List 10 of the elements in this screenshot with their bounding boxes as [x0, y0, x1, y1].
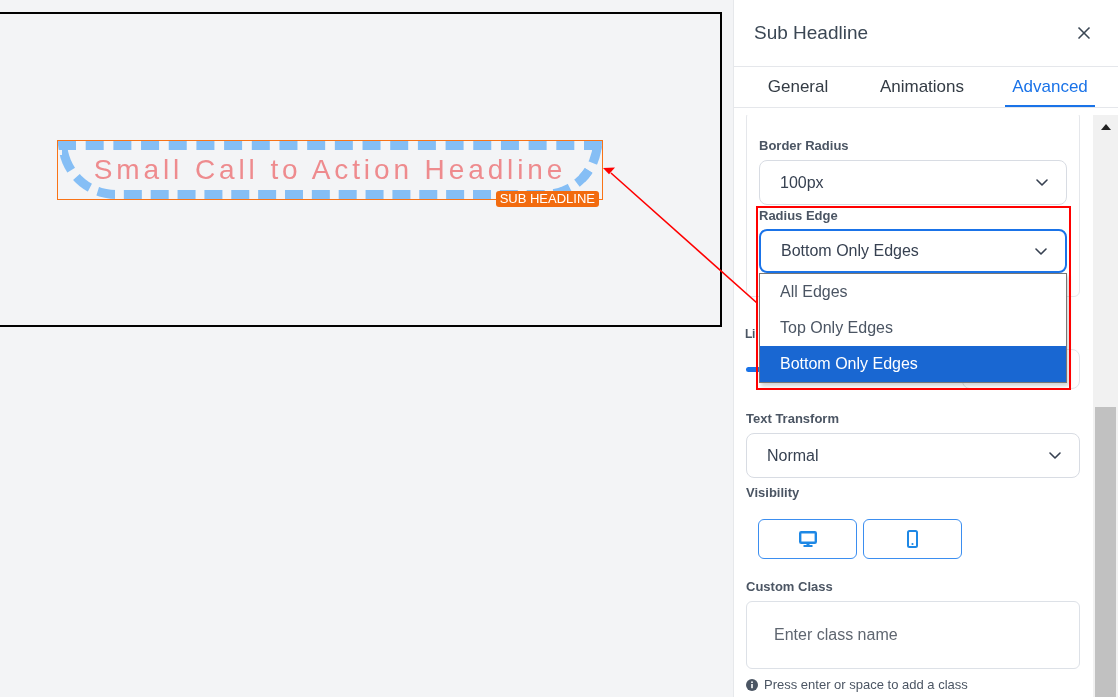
field-label: Li: [745, 326, 755, 342]
field-label: Radius Edge: [759, 208, 838, 224]
field-label: Border Radius: [759, 138, 849, 154]
hint-text: Press enter or space to add a class: [764, 676, 968, 695]
field-label: Visibility: [746, 485, 800, 501]
headline-text: Small Call to Action Headline: [93, 154, 567, 186]
field-label: Text Transform: [746, 411, 839, 427]
element-badge: SUB HEADLINE: [495, 191, 599, 207]
panel-title: Sub Headline: [754, 20, 869, 45]
field-label: Custom Class: [746, 579, 833, 595]
